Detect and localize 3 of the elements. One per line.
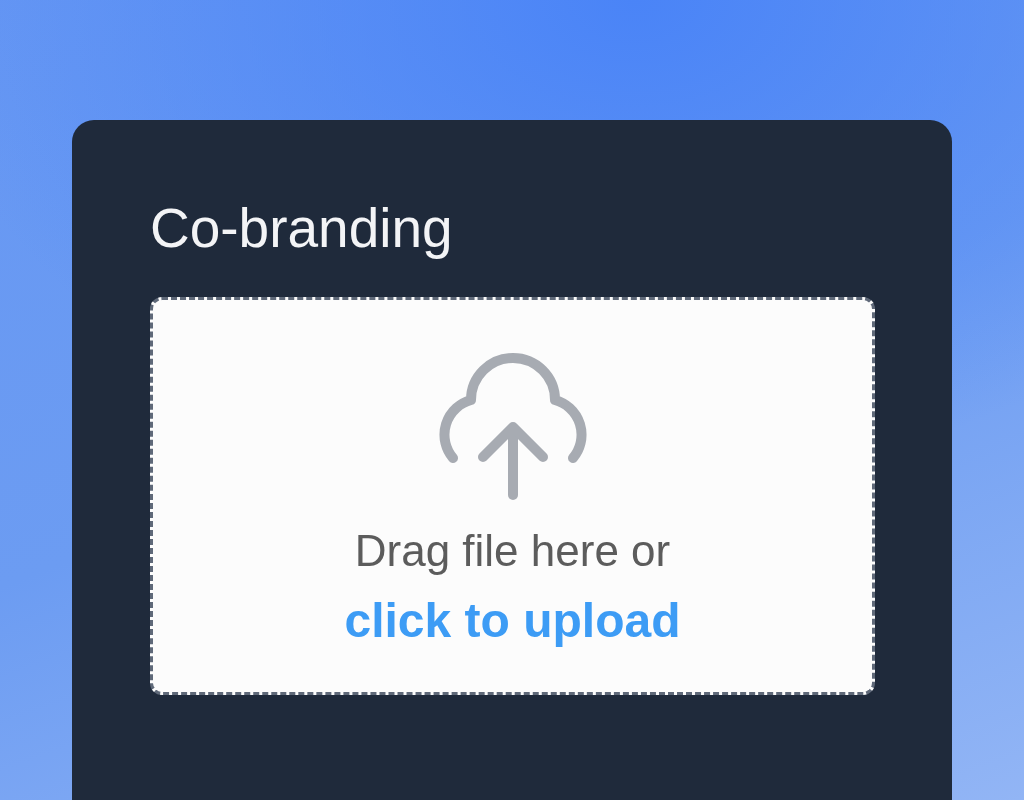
upload-dropzone[interactable]: Drag file here or click to upload <box>150 297 875 695</box>
drag-prompt-text: Drag file here or <box>354 525 671 577</box>
section-title: Co-branding <box>150 196 453 261</box>
